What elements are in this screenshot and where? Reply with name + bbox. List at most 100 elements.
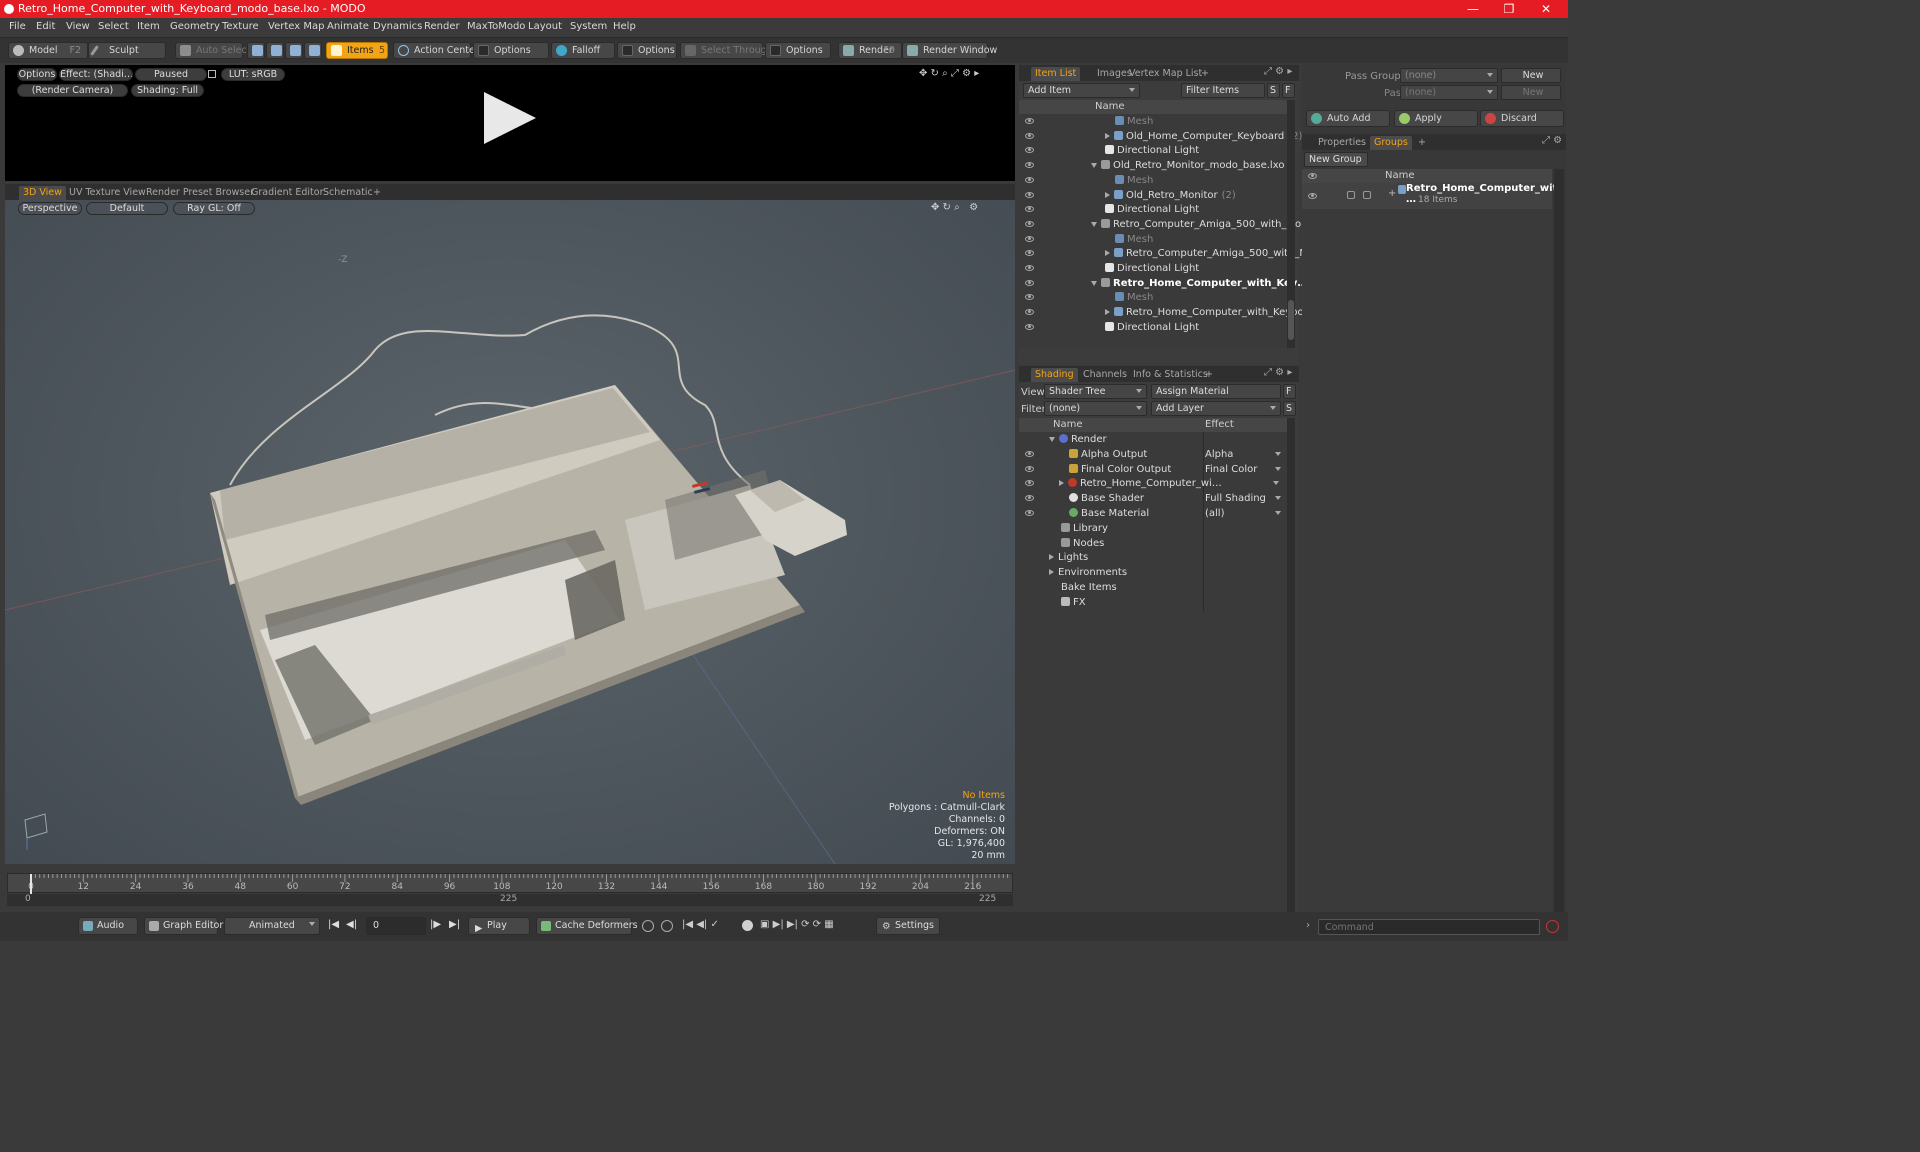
skip-to-start-icon[interactable]: |◀	[328, 919, 339, 930]
polygons-mode-button[interactable]	[285, 42, 303, 59]
filter-s-button[interactable]: S	[1267, 83, 1280, 98]
tab-groups[interactable]: Groups	[1370, 136, 1412, 150]
shader-tree-row[interactable]: Library	[1019, 521, 1287, 536]
passes-dropdown[interactable]: (none)	[1400, 85, 1498, 100]
shader-tree-row[interactable]: Render	[1019, 432, 1287, 447]
menu-system[interactable]: System	[570, 21, 607, 32]
settings-button[interactable]: ⚙ Settings	[876, 917, 940, 935]
item-tree-row[interactable]: Directional Light	[1019, 143, 1287, 158]
sculpt-mode-button[interactable]: Sculpt	[88, 42, 166, 59]
tab-properties[interactable]: Properties	[1314, 136, 1370, 150]
menu-geometry[interactable]: Geometry	[170, 21, 220, 32]
effect-dropdown[interactable]: (all)	[1205, 506, 1285, 521]
tab-item-list[interactable]: Item List	[1031, 67, 1081, 81]
expand-arrow-icon[interactable]	[1105, 250, 1110, 257]
falloff-button[interactable]: Falloff	[551, 42, 615, 59]
visibility-eye-icon[interactable]	[1025, 309, 1034, 316]
preview-options-button[interactable]: Options	[17, 68, 57, 81]
effect-dropdown[interactable]: Full Shading	[1205, 491, 1285, 506]
item-tree-row[interactable]: Mesh	[1019, 114, 1287, 129]
action-center-button[interactable]: Action Center	[393, 42, 479, 59]
tab-shading[interactable]: Shading	[1031, 368, 1078, 382]
collapse-arrow-icon[interactable]	[1049, 437, 1055, 442]
render-button[interactable]: Render F9	[838, 42, 902, 59]
shader-tree-row[interactable]: Environments	[1019, 565, 1287, 580]
visibility-eye-icon[interactable]	[1025, 450, 1034, 457]
pass-groups-dropdown[interactable]: (none)	[1400, 68, 1498, 83]
panel-menu-icon[interactable]: ⤢ ⚙ ▸	[1264, 367, 1292, 378]
shading-f-button[interactable]: F	[1283, 384, 1296, 399]
new-group-button[interactable]: New Group	[1304, 152, 1368, 167]
item-tree-row[interactable]: Old_Retro_Monitor_modo_base.lxo	[1019, 158, 1287, 173]
visibility-eye-icon[interactable]	[1025, 147, 1034, 154]
shading-s-button[interactable]: S	[1283, 401, 1296, 416]
preview-camera-dropdown[interactable]: (Render Camera)	[17, 84, 128, 97]
shader-tree-row[interactable]: Final Color Output Final Color	[1019, 462, 1287, 477]
visibility-eye-icon[interactable]	[1025, 132, 1034, 139]
menu-vertex-map[interactable]: Vertex Map	[268, 21, 324, 32]
expand-plus-icon[interactable]: +	[1388, 188, 1396, 199]
shader-tree-dropdown[interactable]: Shader Tree	[1044, 384, 1147, 399]
command-history-icon[interactable]	[1546, 920, 1559, 933]
filter-f-button[interactable]: F	[1282, 83, 1295, 98]
item-list-scrollbar[interactable]	[1287, 100, 1295, 348]
collapse-arrow-icon[interactable]	[1091, 221, 1097, 227]
collapse-arrow-icon[interactable]	[1091, 163, 1097, 169]
collapse-arrow-icon[interactable]	[1091, 280, 1097, 286]
visibility-eye-icon[interactable]	[1025, 162, 1034, 169]
expand-arrow-icon[interactable]	[1059, 480, 1064, 487]
expand-arrow-icon[interactable]	[1105, 132, 1110, 139]
menu-help[interactable]: Help	[613, 21, 636, 32]
groups-scrollbar[interactable]	[1554, 169, 1564, 938]
add-layer-dropdown[interactable]: Add Layer	[1151, 401, 1281, 416]
group-checkbox[interactable]	[1363, 191, 1371, 199]
visibility-eye-icon[interactable]	[1308, 193, 1317, 199]
item-tree-row[interactable]: Retro_Computer_Amiga_500_with_M …	[1019, 246, 1321, 261]
menu-item[interactable]: Item	[137, 21, 160, 32]
visibility-eye-icon[interactable]	[1025, 118, 1034, 124]
visibility-eye-icon[interactable]	[1025, 480, 1034, 487]
item-tree-row[interactable]: Mesh	[1019, 232, 1287, 247]
record-icon[interactable]	[742, 920, 753, 931]
tab-uv-texture-view[interactable]: UV Texture View	[65, 186, 150, 200]
visibility-eye-icon[interactable]	[1025, 294, 1034, 301]
add-tab-button[interactable]: +	[369, 186, 385, 200]
auto-select-button[interactable]: Auto Select	[175, 42, 250, 59]
shader-tree-row[interactable]: Base Material (all)	[1019, 506, 1287, 521]
next-key-icon[interactable]: |▶	[430, 919, 441, 930]
key-nav-icons[interactable]: |◀ ◀| ✓	[682, 919, 719, 930]
visibility-eye-icon[interactable]	[1025, 510, 1034, 516]
animated-dropdown[interactable]: Animated	[224, 917, 320, 935]
visibility-eye-icon[interactable]	[1025, 176, 1034, 183]
menu-dynamics[interactable]: Dynamics	[373, 21, 422, 32]
visibility-eye-icon[interactable]	[1025, 265, 1034, 271]
menu-animate[interactable]: Animate	[327, 21, 369, 32]
apply-button[interactable]: Apply	[1394, 110, 1478, 127]
skip-to-end-icon[interactable]: ▶|	[449, 919, 460, 930]
preview-effect-dropdown[interactable]: Effect: (Shadi…	[59, 68, 133, 81]
graph-editor-button[interactable]: Graph Editor	[144, 917, 223, 935]
item-tree-row[interactable]: Directional Light	[1019, 261, 1287, 276]
group-checkbox[interactable]	[1347, 191, 1355, 199]
expand-arrow-icon[interactable]	[1105, 309, 1110, 316]
item-tree-row[interactable]: Old_Home_Computer_Keyboard (2)	[1019, 129, 1302, 144]
model-mode-button[interactable]: Model F2	[8, 42, 88, 59]
visibility-eye-icon[interactable]	[1025, 323, 1034, 330]
menu-maxtomodo[interactable]: MaxToModo	[467, 21, 525, 32]
item-tree-row[interactable]: Mesh	[1019, 173, 1287, 188]
vertices-mode-button[interactable]	[247, 42, 265, 59]
tab-3d-view[interactable]: 3D View	[19, 186, 66, 200]
assign-material-button[interactable]: Assign Material	[1151, 384, 1281, 399]
playhead[interactable]	[30, 874, 32, 894]
select-options-button[interactable]: Options	[765, 42, 831, 59]
menu-edit[interactable]: Edit	[36, 21, 55, 32]
filter-items-input[interactable]: Filter Items	[1181, 83, 1265, 98]
visibility-eye-icon[interactable]	[1025, 250, 1034, 257]
items-mode-button[interactable]: Items 5	[326, 42, 388, 59]
visibility-eye-icon[interactable]	[1025, 465, 1034, 472]
command-input[interactable]	[1318, 919, 1540, 935]
visibility-eye-icon[interactable]	[1025, 235, 1034, 242]
menu-select[interactable]: Select	[98, 21, 129, 32]
effect-dropdown[interactable]: Final Color	[1205, 462, 1285, 477]
play-render-icon[interactable]	[484, 92, 536, 144]
